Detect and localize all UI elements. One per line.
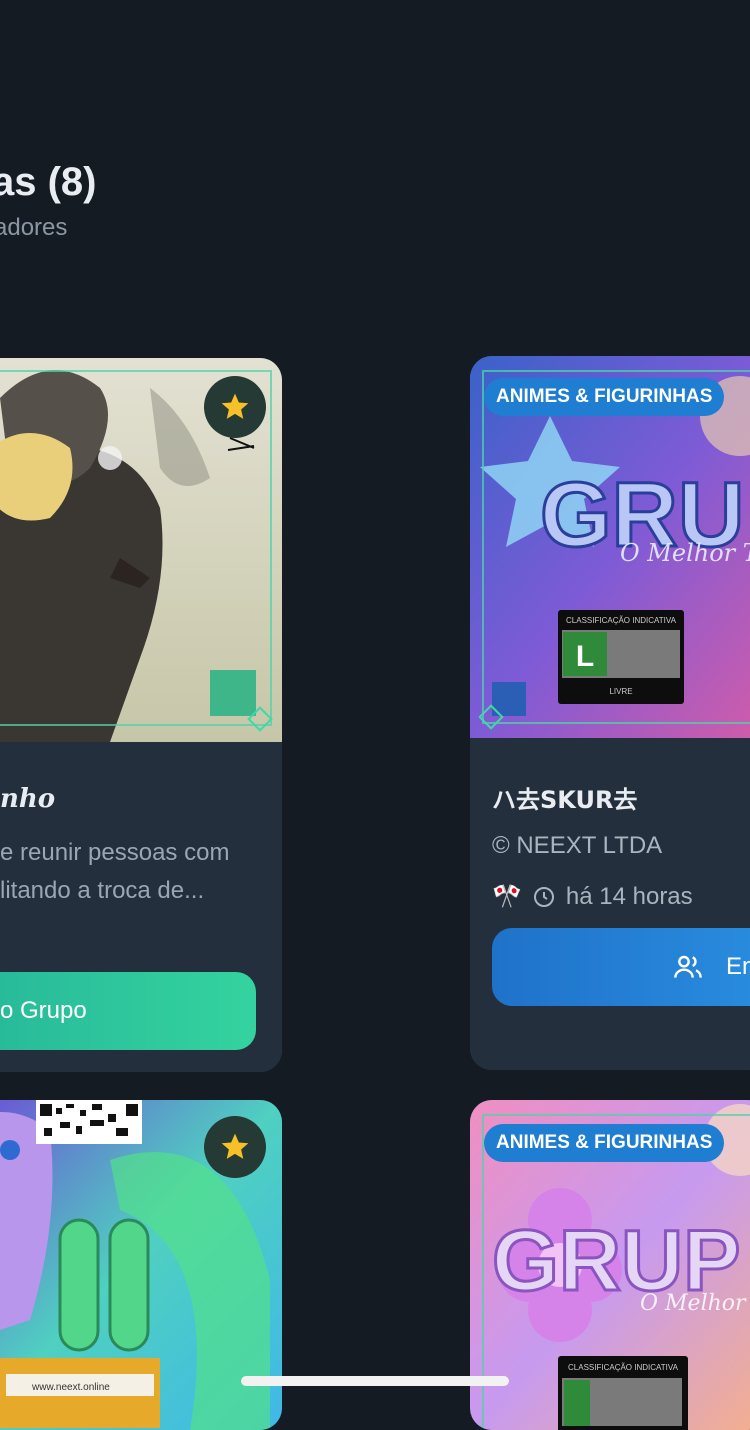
- users-icon: [674, 955, 702, 978]
- card-body: ハ去SKUR去 © NEEXT LTDA 🎌 há 14 horas En: [470, 738, 750, 1070]
- group-card[interactable]: nho e reunir pessoas com litando a troca…: [0, 358, 282, 1072]
- rating-header-text: CLASSIFICAÇÃO INDICATIVA: [566, 616, 677, 625]
- section-title: as (8): [0, 160, 97, 204]
- group-card[interactable]: GRU O Melhor Te CLASSIFICAÇÃO INDICATIVA…: [470, 356, 750, 1070]
- category-badge: ANIMES & FIGURINHAS: [484, 1124, 725, 1162]
- group-time: há 14 horas: [565, 882, 693, 910]
- card-body: nho e reunir pessoas com litando a troca…: [0, 742, 282, 1072]
- group-name: nho: [0, 784, 56, 814]
- rating-letter-text: L: [576, 640, 594, 673]
- group-owner: © NEEXT LTDA: [492, 832, 662, 860]
- home-indicator[interactable]: [241, 1376, 509, 1386]
- rating-header-text: CLASSIFICAÇÃO INDICATIVA: [568, 1363, 679, 1372]
- rating-footer-text: LIVRE: [609, 687, 632, 696]
- star-icon: [221, 393, 249, 419]
- group-description-line2: litando a troca de...: [0, 877, 205, 904]
- star-icon: [221, 1133, 249, 1159]
- favorite-badge[interactable]: [204, 376, 266, 438]
- cover-tagline-text: O Melhor Te: [640, 1291, 750, 1316]
- group-meta: 🎌 há 14 horas: [492, 882, 693, 911]
- section-subtitle: adores: [0, 214, 68, 241]
- age-rating-badge: CLASSIFICAÇÃO INDICATIVA L LIVRE: [558, 610, 684, 704]
- favorite-badge[interactable]: [204, 1116, 266, 1178]
- join-group-button-label: o Grupo: [0, 997, 87, 1024]
- category-badge: ANIMES & FIGURINHAS: [484, 378, 725, 416]
- group-owner-text: © NEEXT LTDA: [492, 832, 663, 859]
- join-group-button[interactable]: o Grupo: [0, 972, 256, 1050]
- url-text: www.neext.online: [31, 1382, 110, 1393]
- cover-tagline-text: O Melhor Te: [620, 539, 750, 567]
- group-card[interactable]: www.neext.online: [0, 1100, 282, 1430]
- group-description-line1: e reunir pessoas com: [0, 839, 230, 866]
- group-card[interactable]: GRUP O Melhor Te CLASSIFICAÇÃO INDICATIV…: [470, 1100, 750, 1430]
- group-name: ハ去SKUR去: [492, 786, 638, 814]
- flag-icon: 🎌: [492, 883, 522, 910]
- clock-icon: [533, 886, 554, 907]
- join-group-button-label: En: [726, 953, 750, 980]
- join-group-button[interactable]: En: [492, 928, 750, 1006]
